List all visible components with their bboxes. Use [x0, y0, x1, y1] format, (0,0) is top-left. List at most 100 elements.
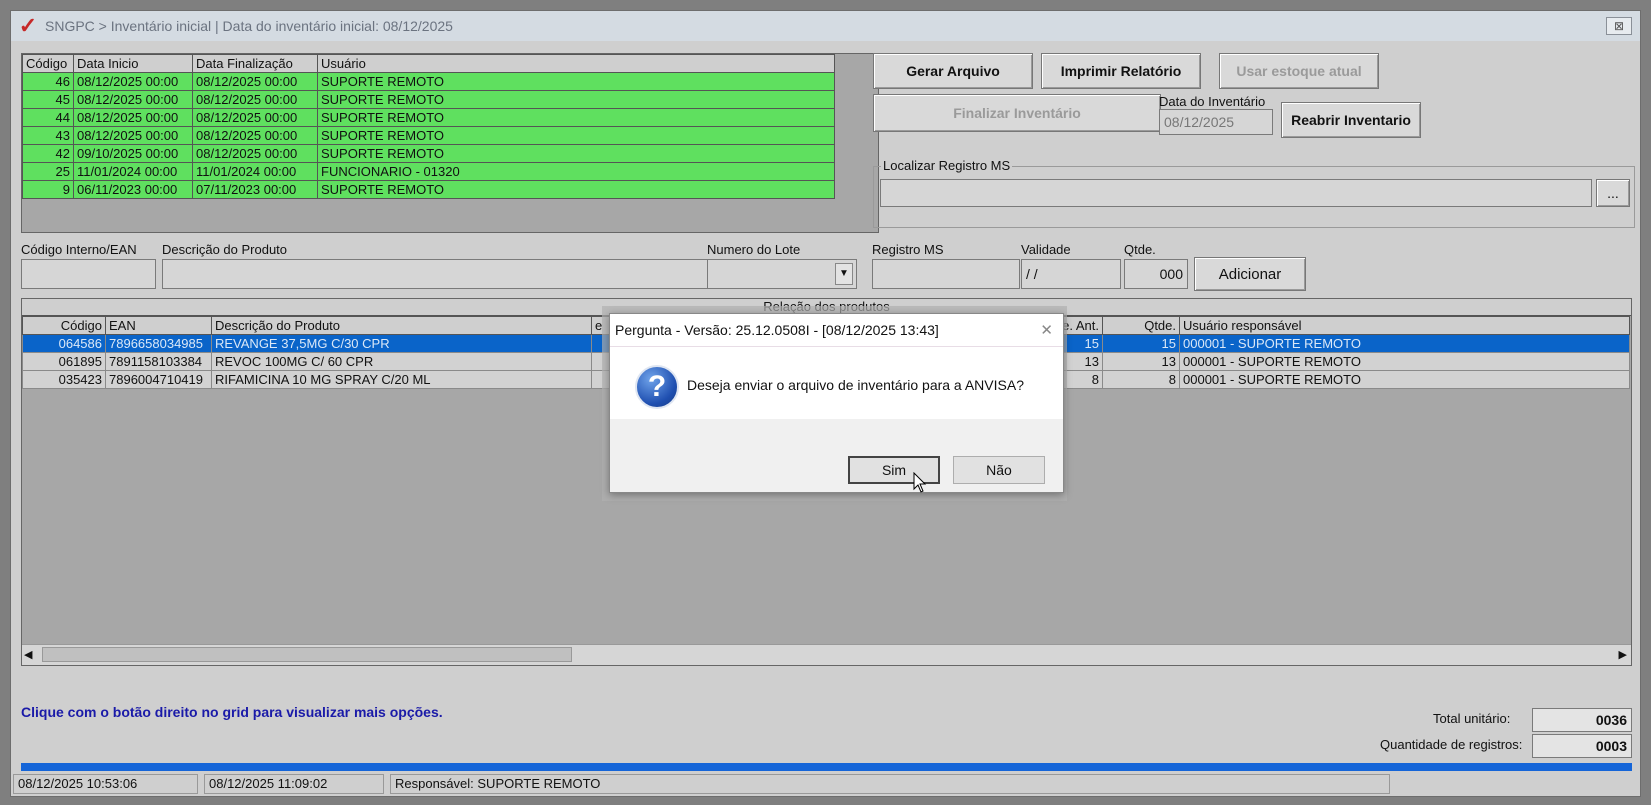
registro-field[interactable] — [872, 259, 1020, 289]
dialog-title: Pergunta - Versão: 25.12.0508I - [08/12/… — [615, 322, 939, 338]
inventory-cell: 08/12/2025 00:00 — [73, 108, 193, 127]
localizar-field[interactable] — [880, 179, 1592, 207]
product-cell: 8 — [1102, 370, 1180, 389]
product-cell: 7896004710419 — [105, 370, 212, 389]
total-field: 0036 — [1532, 708, 1632, 732]
horizontal-scrollbar[interactable]: ◀ ▶ — [22, 644, 1631, 665]
product-cell: 13 — [1102, 352, 1180, 371]
product-cell: 000001 - SUPORTE REMOTO — [1179, 334, 1630, 353]
products-header-cell[interactable]: Usuário responsável — [1179, 316, 1630, 335]
inventory-cell: 44 — [22, 108, 74, 127]
localizar-browse-button[interactable]: ... — [1596, 179, 1630, 207]
data-inventario-label: Data do Inventário — [1159, 94, 1266, 109]
qtde-field[interactable]: 000 — [1124, 259, 1188, 289]
inventory-cell: 09/10/2025 00:00 — [73, 144, 193, 163]
inventory-cell: 08/12/2025 00:00 — [73, 90, 193, 109]
inventory-cell: 08/12/2025 00:00 — [73, 72, 193, 91]
question-dialog: Pergunta - Versão: 25.12.0508I - [08/12/… — [609, 313, 1064, 493]
validade-field[interactable]: / / — [1021, 259, 1121, 289]
inventory-row[interactable]: 9 06/11/2023 00:00 07/11/2023 00:00 SUPORTE… — [22, 180, 835, 199]
data-inventario-field[interactable]: 08/12/2025 — [1159, 109, 1273, 135]
window-close-button[interactable]: ⊠ — [1606, 17, 1632, 35]
inventory-cell: 45 — [22, 90, 74, 109]
products-header-cell[interactable]: Código — [22, 316, 106, 335]
dialog-title-bar: Pergunta - Versão: 25.12.0508I - [08/12/… — [610, 314, 1063, 347]
product-cell: 000001 - SUPORTE REMOTO — [1179, 370, 1630, 389]
mouse-cursor-icon — [913, 472, 927, 493]
inventory-cell: SUPORTE REMOTO — [317, 126, 835, 145]
inventory-cell: 25 — [22, 162, 74, 181]
localizar-label: Localizar Registro MS — [881, 158, 1013, 173]
inventories-header-cell[interactable]: Usuário — [317, 54, 835, 73]
products-header-cell[interactable]: Qtde. — [1102, 316, 1180, 335]
inventory-cell: SUPORTE REMOTO — [317, 108, 835, 127]
inventory-row[interactable]: 46 08/12/2025 00:00 08/12/2025 00:00 SUPORT… — [22, 72, 835, 91]
status-start-time: 08/12/2025 10:53:06 — [13, 774, 198, 794]
qtde-label: Qtde. — [1124, 242, 1156, 257]
progress-bar — [21, 763, 1632, 771]
inventory-cell: 43 — [22, 126, 74, 145]
window-title: SNGPC > Inventário inicial | Data do inv… — [45, 18, 453, 34]
inventory-cell: 08/12/2025 00:00 — [192, 90, 318, 109]
dialog-message: Deseja enviar o arquivo de inventário pa… — [687, 377, 1024, 393]
products-header-cell[interactable]: EAN — [105, 316, 212, 335]
question-icon: ? — [635, 365, 679, 409]
descricao-label: Descrição do Produto — [162, 242, 288, 257]
inventory-row[interactable]: 44 08/12/2025 00:00 08/12/2025 00:00 SUPORT… — [22, 108, 835, 127]
lote-select[interactable]: ▼ — [707, 259, 857, 289]
chevron-down-icon[interactable]: ▼ — [835, 263, 853, 285]
product-cell: 000001 - SUPORTE REMOTO — [1179, 352, 1630, 371]
finalizar-inventario-button[interactable]: Finalizar Inventário — [873, 94, 1161, 132]
scroll-right-icon[interactable]: ▶ — [1619, 648, 1627, 661]
registro-label: Registro MS — [872, 242, 944, 257]
product-cell: REVANGE 37,5MG C/30 CPR — [211, 334, 592, 353]
inventory-cell: 08/12/2025 00:00 — [192, 144, 318, 163]
app-logo-icon: ✓ — [18, 13, 38, 38]
title-bar: ✓ SNGPC > Inventário inicial | Data do i… — [11, 11, 1640, 41]
dialog-body: ? Deseja enviar o arquivo de inventário … — [610, 347, 1063, 419]
adicionar-button[interactable]: Adicionar — [1194, 257, 1306, 291]
product-cell: 15 — [1102, 334, 1180, 353]
inventory-cell: SUPORTE REMOTO — [317, 72, 835, 91]
product-cell: REVOC 100MG C/ 60 CPR — [211, 352, 592, 371]
status-bar: 08/12/2025 10:53:06 08/12/2025 11:09:02 … — [11, 772, 1640, 796]
gerar-arquivo-button[interactable]: Gerar Arquivo — [873, 53, 1033, 89]
usar-estoque-atual-button[interactable]: Usar estoque atual — [1219, 53, 1379, 89]
inventories-header-cell[interactable]: Código — [22, 54, 74, 73]
inventory-cell: 11/01/2024 00:00 — [73, 162, 193, 181]
inventory-row[interactable]: 25 11/01/2024 00:00 11/01/2024 00:00 FUNCIO… — [22, 162, 835, 181]
inventory-row[interactable]: 43 08/12/2025 00:00 08/12/2025 00:00 SUPORT… — [22, 126, 835, 145]
inventory-row[interactable]: 42 09/10/2025 00:00 08/12/2025 00:00 SUPORT… — [22, 144, 835, 163]
product-cell: 061895 — [22, 352, 106, 371]
products-header-cell[interactable]: Descrição do Produto — [211, 316, 592, 335]
reabrir-inventario-button[interactable]: Reabrir Inventario — [1281, 102, 1421, 138]
inventory-cell: SUPORTE REMOTO — [317, 180, 835, 199]
inventory-row[interactable]: 45 08/12/2025 00:00 08/12/2025 00:00 SUPORT… — [22, 90, 835, 109]
quantidade-label: Quantidade de registros: — [1380, 737, 1523, 752]
inventories-grid[interactable]: Código Data Inicio Data Finalização Usuário… — [21, 53, 879, 233]
inventory-cell: 08/12/2025 00:00 — [192, 72, 318, 91]
grid-hint: Clique com o botão direito no grid para … — [21, 704, 443, 720]
imprimir-relatorio-button[interactable]: Imprimir Relatório — [1041, 53, 1201, 89]
inventory-cell: 46 — [22, 72, 74, 91]
inventory-cell: 08/12/2025 00:00 — [192, 108, 318, 127]
inventory-cell: 08/12/2025 00:00 — [192, 126, 318, 145]
product-cell: 064586 — [22, 334, 106, 353]
quantidade-field: 0003 — [1532, 734, 1632, 758]
nao-button[interactable]: Não — [953, 456, 1045, 484]
inventories-header-cell[interactable]: Data Finalização — [192, 54, 318, 73]
descricao-field[interactable] — [162, 259, 712, 289]
codigo-field[interactable] — [21, 259, 156, 289]
inventory-cell: 07/11/2023 00:00 — [192, 180, 318, 199]
inventory-cell: 08/12/2025 00:00 — [73, 126, 193, 145]
scroll-thumb[interactable] — [42, 647, 572, 662]
product-cell: 7896658034985 — [105, 334, 212, 353]
codigo-label: Código Interno/EAN — [21, 242, 137, 257]
scroll-left-icon[interactable]: ◀ — [24, 648, 32, 661]
product-cell: RIFAMICINA 10 MG SPRAY C/20 ML — [211, 370, 592, 389]
product-cell: 035423 — [22, 370, 106, 389]
inventories-header-cell[interactable]: Data Inicio — [73, 54, 193, 73]
dialog-close-icon[interactable]: ✕ — [1040, 321, 1053, 339]
inventory-cell: 42 — [22, 144, 74, 163]
status-current-time: 08/12/2025 11:09:02 — [204, 774, 384, 794]
